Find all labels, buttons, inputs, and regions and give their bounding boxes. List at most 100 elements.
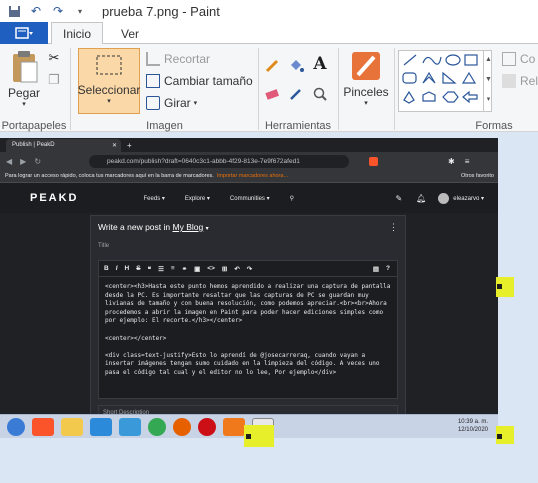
notifications-icon[interactable]: 🔔︎ — [416, 194, 426, 203]
media-player-icon[interactable] — [119, 417, 141, 436]
opera-icon[interactable] — [198, 417, 216, 436]
address-bar[interactable]: peakd.com/publish?draft=0640c3c1-abbb-4f… — [89, 154, 350, 168]
magnifier-icon[interactable] — [310, 84, 330, 104]
nav-explore[interactable]: Explore ▾ — [185, 195, 210, 202]
extensions-icon[interactable]: ✱ — [448, 157, 455, 166]
heading-icon[interactable]: H — [125, 265, 130, 272]
peakd-navbar: PEAKD Feeds ▾ Explore ▾ Communities ▾ ⚲ … — [0, 183, 498, 213]
editor-toolbar: B I H S ❝ ☰ ≡ ⚭ ▣ <> ⊞ ↶ ↷ ▤ ? — [99, 261, 397, 277]
blog-dropdown-icon[interactable]: ▾ — [206, 226, 209, 232]
fill-bucket-icon[interactable] — [286, 56, 306, 76]
quick-access-dropdown-icon[interactable]: ▾ — [72, 3, 88, 19]
paste-button[interactable]: Pegar ▾ — [6, 50, 42, 108]
cut-icon[interactable]: ✂ — [44, 48, 64, 68]
firefox-icon[interactable] — [173, 417, 191, 436]
other-favorites[interactable]: Otros favorito — [461, 173, 494, 179]
username[interactable]: eleazarvo ▾ — [453, 195, 484, 202]
resize-button[interactable]: Cambiar tamaño — [146, 74, 253, 88]
title-input[interactable]: Title — [98, 243, 109, 249]
search-icon[interactable]: ⚲ — [290, 195, 294, 202]
undo-icon[interactable]: ↶ — [28, 3, 44, 19]
color-picker-icon[interactable] — [286, 84, 306, 104]
body-text: <center><h3>Hasta este punto hemos apren… — [105, 283, 391, 376]
internet-explorer-icon[interactable] — [90, 417, 112, 436]
pencil-icon[interactable] — [262, 56, 282, 76]
post-editor: Write a new post in My Blog ▾ ⋮ Title B … — [90, 215, 406, 438]
import-bookmarks-link[interactable]: Importar marcadores ahora... — [217, 173, 288, 179]
canvas-image[interactable]: Publish | PeakD ✕ + ◀ ▶ ↻ peakd.com/publ… — [0, 138, 498, 438]
editor-heading-prefix: Write a new post in — [98, 222, 171, 232]
eraser-icon[interactable] — [262, 84, 282, 104]
outline-label: Co — [520, 52, 536, 66]
crop-button[interactable]: Recortar — [146, 52, 210, 66]
ordered-list-icon[interactable]: ≡ — [171, 265, 175, 272]
nav-feeds[interactable]: Feeds ▾ — [144, 195, 165, 202]
reload-icon[interactable]: ↻ — [34, 157, 41, 166]
bold-icon[interactable]: B — [104, 265, 109, 272]
copy-icon[interactable]: ❐ — [44, 70, 64, 90]
file-menu-button[interactable] — [0, 22, 48, 44]
file-explorer-icon[interactable] — [61, 417, 83, 436]
fill-button[interactable]: Rel — [502, 74, 538, 88]
nav-communities[interactable]: Communities ▾ — [230, 195, 270, 202]
code-icon[interactable]: <> — [207, 265, 215, 272]
select-button[interactable]: Seleccionar ▾ — [78, 48, 140, 114]
forward-icon[interactable]: ▶ — [20, 157, 26, 166]
shapes-scroll-icon[interactable]: ▲ ▼ ▾ — [483, 50, 493, 112]
browser-toolbar: ◀ ▶ ↻ peakd.com/publish?draft=0640c3c1-a… — [0, 152, 498, 170]
snippets-icon[interactable]: ▤ — [373, 265, 379, 273]
avast-icon[interactable] — [223, 417, 245, 436]
fill-label: Rel — [520, 74, 538, 88]
save-icon[interactable] — [6, 3, 22, 19]
strikethrough-icon[interactable]: S — [136, 265, 140, 272]
tab-ver[interactable]: Ver — [110, 22, 150, 45]
unordered-list-icon[interactable]: ☰ — [158, 265, 164, 273]
separator — [70, 48, 71, 130]
title-bar: ↶ ↷ ▾ prueba 7.png - Paint — [0, 0, 538, 22]
resize-handle-corner[interactable] — [497, 434, 502, 439]
text-tool-icon[interactable]: A — [310, 54, 330, 74]
body-editor[interactable]: B I H S ❝ ☰ ≡ ⚭ ▣ <> ⊞ ↶ ↷ ▤ ? <center><… — [98, 260, 398, 399]
paste-label: Pegar — [7, 86, 41, 100]
avatar[interactable] — [438, 192, 450, 204]
start-button-icon[interactable] — [7, 417, 25, 436]
tab-close-icon[interactable]: ✕ — [112, 142, 117, 149]
blog-selector[interactable]: My Blog — [173, 222, 204, 232]
rotate-icon — [146, 96, 160, 110]
system-clock[interactable]: 10:39 a. m. 12/10/2020 — [458, 418, 488, 434]
help-icon[interactable]: ? — [386, 265, 390, 272]
quote-icon[interactable]: ❝ — [148, 265, 152, 273]
italic-icon[interactable]: I — [116, 265, 118, 272]
shapes-gallery[interactable] — [398, 50, 492, 112]
brave-shield-icon[interactable] — [369, 156, 379, 166]
back-icon[interactable]: ◀ — [6, 157, 12, 166]
edit-icon[interactable]: ✎ — [395, 194, 402, 203]
browser-tab[interactable]: Publish | PeakD ✕ — [6, 138, 121, 152]
editor-more-icon[interactable]: ⋮ — [389, 222, 398, 233]
peakd-logo[interactable]: PEAKD — [30, 192, 79, 204]
image-icon[interactable]: ▣ — [194, 265, 200, 273]
rotate-button[interactable]: Girar ▾ — [146, 96, 197, 110]
group-formas: Formas — [475, 120, 513, 132]
resize-label: Cambiar tamaño — [164, 74, 253, 88]
resize-handle-right[interactable] — [497, 284, 502, 289]
menu-icon[interactable]: ≡ — [465, 157, 470, 166]
link-icon[interactable]: ⚭ — [182, 265, 187, 273]
brave-icon[interactable] — [32, 417, 54, 436]
resize-handle-bottom[interactable] — [246, 434, 251, 439]
paste-dropdown-icon: ▾ — [22, 101, 26, 108]
clipboard-icon — [13, 51, 38, 83]
fill-icon — [502, 74, 516, 88]
chrome-icon[interactable] — [148, 417, 166, 436]
outline-button[interactable]: Co — [502, 52, 535, 66]
undo-icon[interactable]: ↶ — [234, 265, 239, 273]
tab-inicio[interactable]: Inicio — [51, 22, 103, 45]
group-portapapeles: Portapapeles — [1, 120, 67, 132]
redo-icon[interactable]: ↷ — [247, 265, 252, 273]
table-icon[interactable]: ⊞ — [222, 265, 227, 273]
new-tab-icon[interactable]: + — [127, 141, 132, 150]
file-menu-icon — [15, 27, 33, 39]
redo-icon[interactable]: ↷ — [50, 3, 66, 19]
window-title: prueba 7.png - Paint — [102, 3, 220, 19]
brushes-button[interactable]: Pinceles ▾ — [342, 50, 390, 107]
